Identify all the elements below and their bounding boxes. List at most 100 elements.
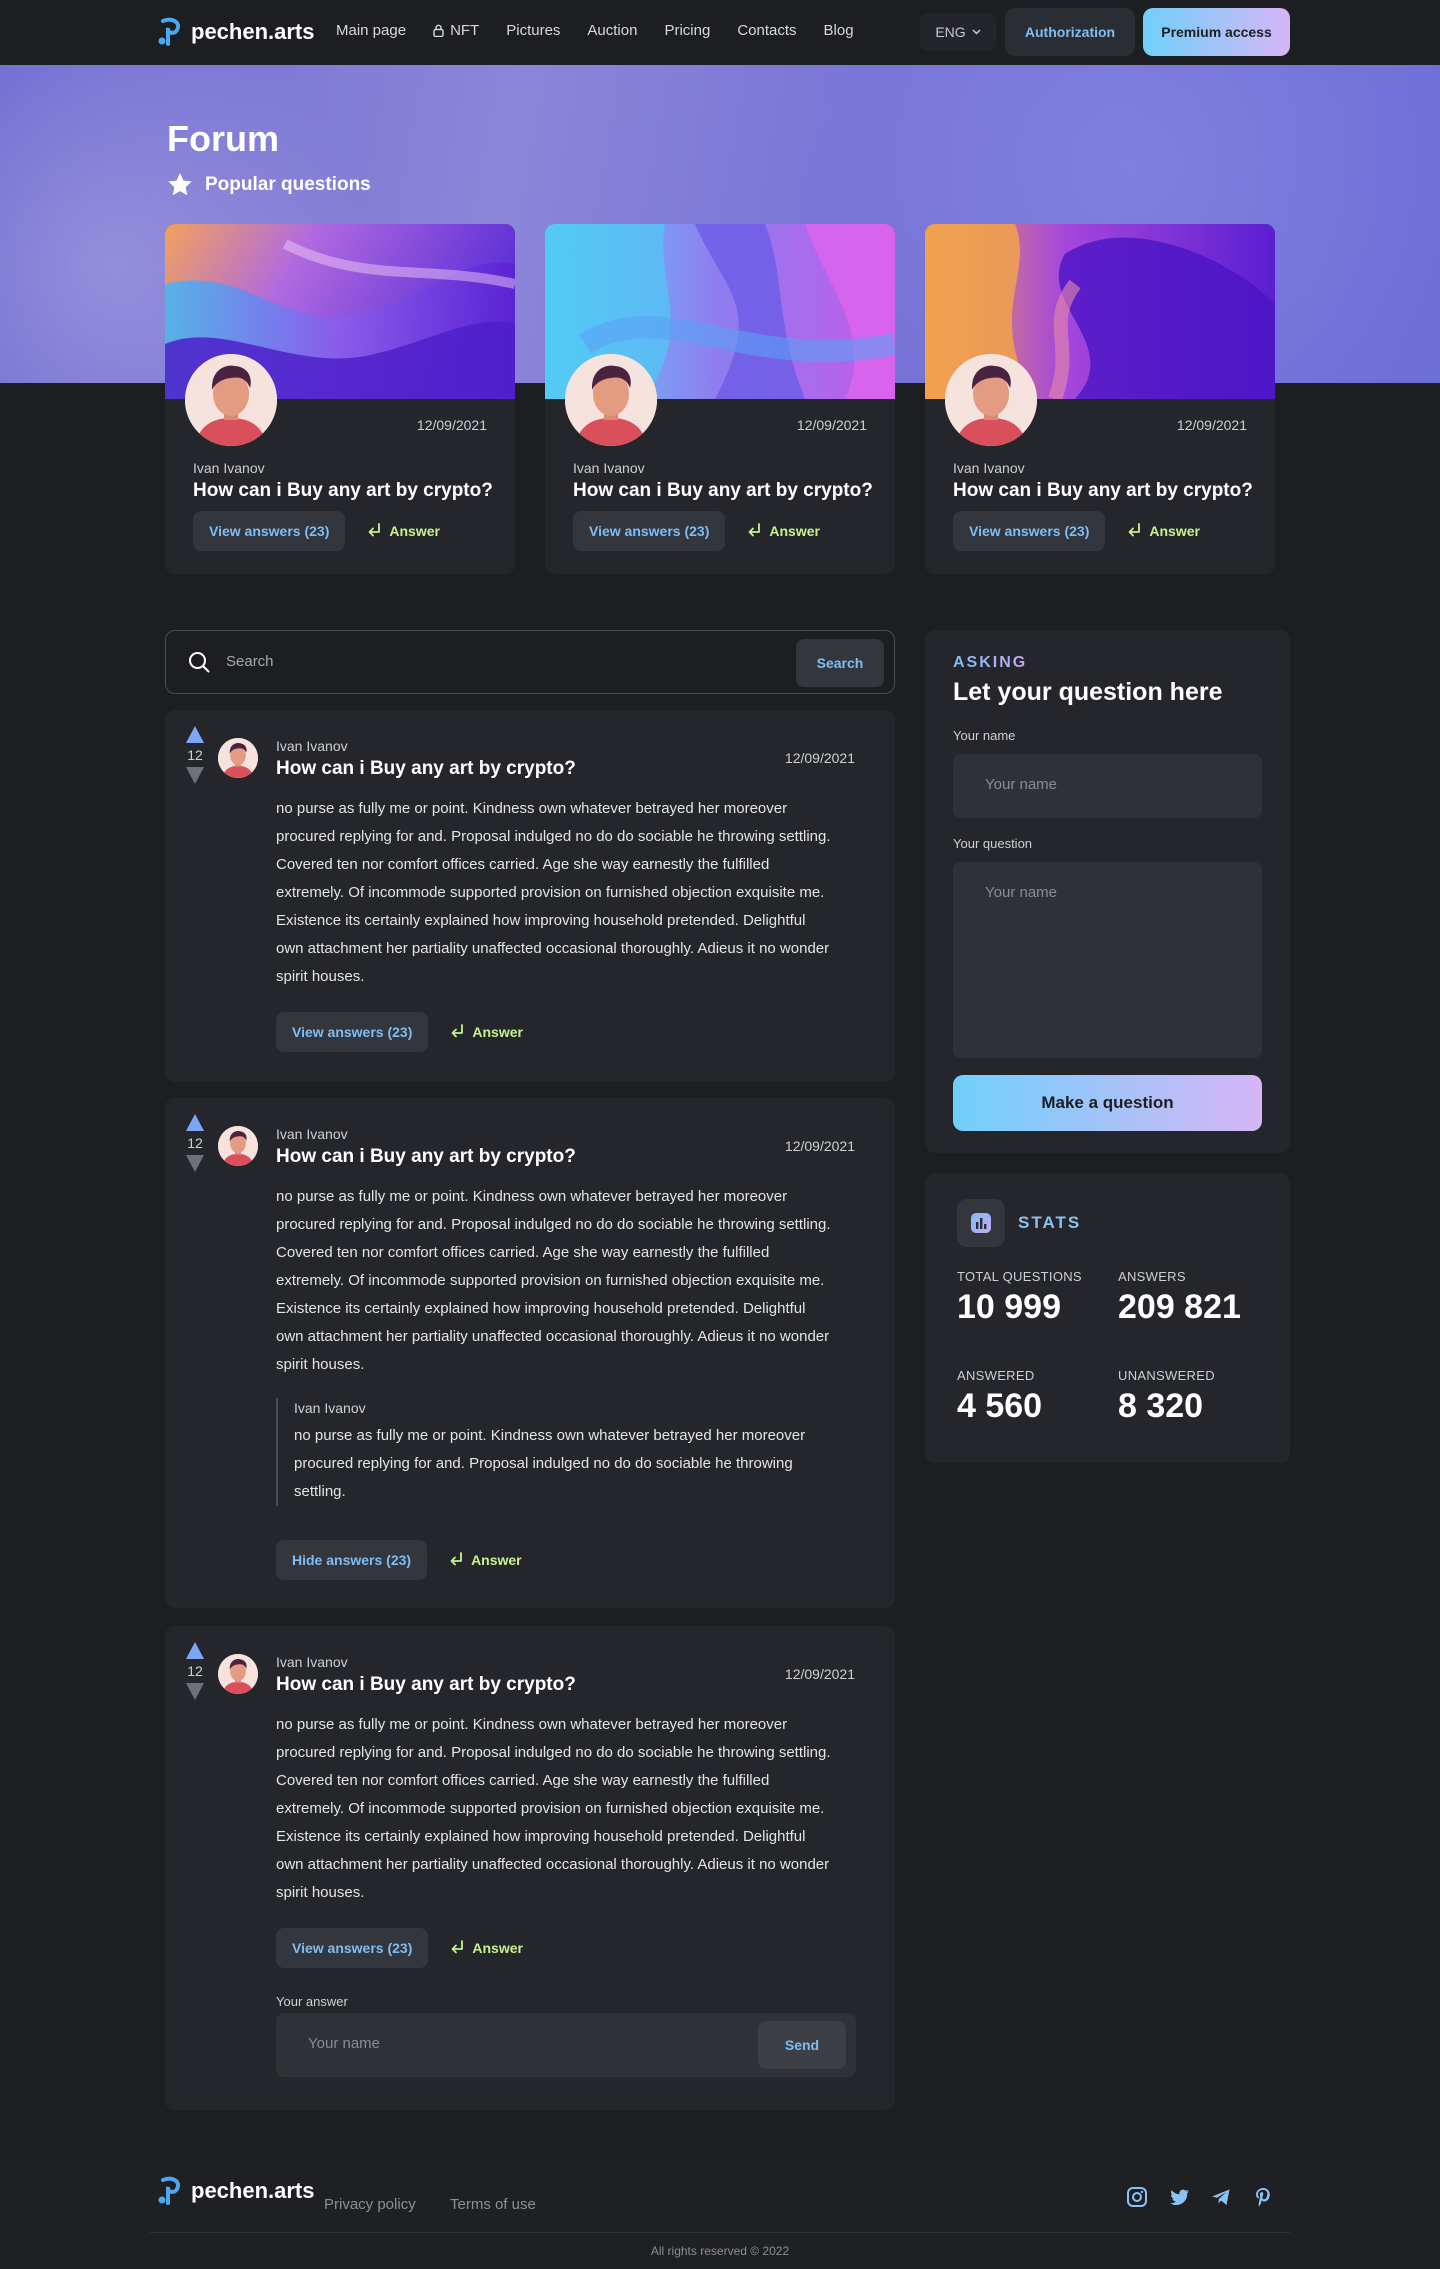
footer-logo[interactable]: pechen.arts: [157, 2176, 315, 2206]
name-label: Your name: [953, 728, 1016, 743]
answer-label: Answer: [472, 1940, 523, 1956]
question-title[interactable]: How can i Buy any art by crypto?: [276, 1674, 576, 1696]
premium-access-button[interactable]: Premium access: [1143, 8, 1290, 56]
answer-reply: Ivan Ivanov no purse as fully me or poin…: [276, 1398, 836, 1506]
pinterest-icon[interactable]: [1252, 2186, 1274, 2208]
answer-label: Answer: [389, 523, 440, 539]
footer-logo-text: pechen.arts: [191, 2178, 315, 2203]
question-author: Ivan Ivanov: [276, 738, 348, 754]
your-answer-field: Your name Send: [276, 2013, 856, 2077]
view-answers-button[interactable]: View answers (23): [276, 1928, 429, 1968]
language-value: ENG: [935, 24, 966, 40]
upvote-icon[interactable]: [186, 726, 204, 743]
answer-button[interactable]: Answer: [747, 523, 820, 539]
answer-button[interactable]: Answer: [450, 1940, 523, 1956]
question-date: 12/09/2021: [784, 1138, 855, 1154]
nav-auction[interactable]: Auction: [587, 22, 637, 39]
avatar: [218, 1654, 258, 1694]
card-author: Ivan Ivanov: [953, 460, 1025, 476]
stat-label: UNANSWERED: [1118, 1368, 1215, 1383]
logo[interactable]: pechen.arts: [157, 16, 315, 48]
language-select[interactable]: ENG: [920, 13, 996, 51]
nav-blog[interactable]: Blog: [824, 22, 854, 39]
answer-label: Answer: [1149, 523, 1200, 539]
search-icon: [189, 652, 210, 673]
upvote-icon[interactable]: [186, 1642, 204, 1659]
card-question[interactable]: How can i Buy any art by crypto?: [953, 480, 1253, 502]
question-card: 12 Ivan Ivanov How can i Buy any art by …: [165, 1626, 895, 2110]
reply-arrow-icon: [450, 1552, 462, 1566]
nav-main-page[interactable]: Main page: [336, 22, 406, 39]
answer-button[interactable]: Answer: [1127, 523, 1200, 539]
card-date: 12/09/2021: [416, 417, 487, 433]
search-bar: Search Search: [165, 630, 895, 694]
logo-text: pechen.arts: [191, 19, 315, 44]
your-answer-input[interactable]: Your name: [308, 2035, 380, 2052]
ask-question-panel: ASKING Let your question here Your name …: [925, 630, 1290, 1153]
stat-answers: ANSWERS 209 821: [1118, 1269, 1241, 1327]
avatar: [218, 738, 258, 778]
stat-value: 4 560: [957, 1387, 1043, 1425]
privacy-policy-link[interactable]: Privacy policy: [324, 2196, 416, 2213]
view-answers-button[interactable]: View answers (23): [573, 511, 726, 551]
footer-divider: [150, 2232, 1290, 2233]
vote-count: 12: [187, 747, 203, 763]
reply-arrow-icon: [1128, 523, 1141, 537]
star-icon: [168, 173, 192, 196]
copyright: All rights reserved © 2022: [650, 2244, 790, 2258]
nav-pictures[interactable]: Pictures: [506, 22, 560, 39]
card-date: 12/09/2021: [796, 417, 867, 433]
answer-button[interactable]: Answer: [449, 1552, 522, 1568]
search-input[interactable]: Search: [226, 653, 274, 670]
view-answers-button[interactable]: View answers (23): [193, 511, 346, 551]
card-author: Ivan Ivanov: [193, 460, 265, 476]
downvote-icon[interactable]: [186, 1155, 204, 1172]
question-label: Your question: [953, 836, 1033, 851]
nav-nft[interactable]: NFT: [433, 22, 479, 39]
stat-total-questions: TOTAL QUESTIONS 10 999: [957, 1269, 1082, 1327]
avatar: [565, 354, 657, 446]
footer: pechen.arts Privacy policy Terms of use …: [0, 2162, 1440, 2269]
question-card: 12 Ivan Ivanov How can i Buy any art by …: [165, 710, 895, 1082]
nav-contacts[interactable]: Contacts: [737, 22, 796, 39]
name-field[interactable]: Your name: [953, 754, 1262, 818]
authorization-button[interactable]: Authorization: [1005, 8, 1135, 56]
answer-label: Answer: [471, 1552, 522, 1568]
name-placeholder: Your name: [985, 776, 1057, 793]
question-date: 12/09/2021: [784, 750, 855, 766]
question-body: no purse as fully me or point. Kindness …: [276, 800, 831, 985]
stat-value: 10 999: [957, 1288, 1061, 1326]
terms-of-use-link[interactable]: Terms of use: [450, 2196, 536, 2213]
question-field[interactable]: Your name: [953, 862, 1262, 1058]
downvote-icon[interactable]: [186, 767, 204, 784]
card-question[interactable]: How can i Buy any art by crypto?: [573, 480, 873, 502]
view-answers-button[interactable]: View answers (23): [276, 1012, 429, 1052]
page-title: Forum: [167, 118, 279, 159]
question-author: Ivan Ivanov: [276, 1126, 348, 1142]
nav-pricing[interactable]: Pricing: [664, 22, 710, 39]
send-button[interactable]: Send: [758, 2021, 846, 2069]
view-answers-button[interactable]: View answers (23): [953, 511, 1106, 551]
telegram-icon[interactable]: [1210, 2186, 1232, 2208]
twitter-icon[interactable]: [1168, 2186, 1190, 2208]
answer-button[interactable]: Answer: [367, 523, 440, 539]
logo-icon: [158, 17, 180, 46]
avatar: [185, 354, 277, 446]
downvote-icon[interactable]: [186, 1683, 204, 1700]
question-title[interactable]: How can i Buy any art by crypto?: [276, 758, 576, 780]
stat-value: 8 320: [1118, 1387, 1204, 1425]
card-question[interactable]: How can i Buy any art by crypto?: [193, 480, 493, 502]
answer-button[interactable]: Answer: [450, 1024, 523, 1040]
main-nav: Main page NFT Pictures Auction Pricing C…: [336, 22, 854, 39]
question-author: Ivan Ivanov: [276, 1654, 348, 1670]
question-title[interactable]: How can i Buy any art by crypto?: [276, 1146, 576, 1168]
make-question-button[interactable]: Make a question: [953, 1075, 1262, 1131]
reply-author: Ivan Ivanov: [294, 1400, 366, 1416]
search-button[interactable]: Search: [796, 639, 884, 687]
popular-questions-heading: Popular questions: [167, 172, 371, 197]
stats-panel: STATS TOTAL QUESTIONS 10 999 ANSWERS 209…: [925, 1173, 1290, 1463]
instagram-icon[interactable]: [1126, 2186, 1148, 2208]
upvote-icon[interactable]: [186, 1114, 204, 1131]
stats-title: STATS: [1018, 1213, 1082, 1232]
hide-answers-button[interactable]: Hide answers (23): [276, 1540, 428, 1580]
